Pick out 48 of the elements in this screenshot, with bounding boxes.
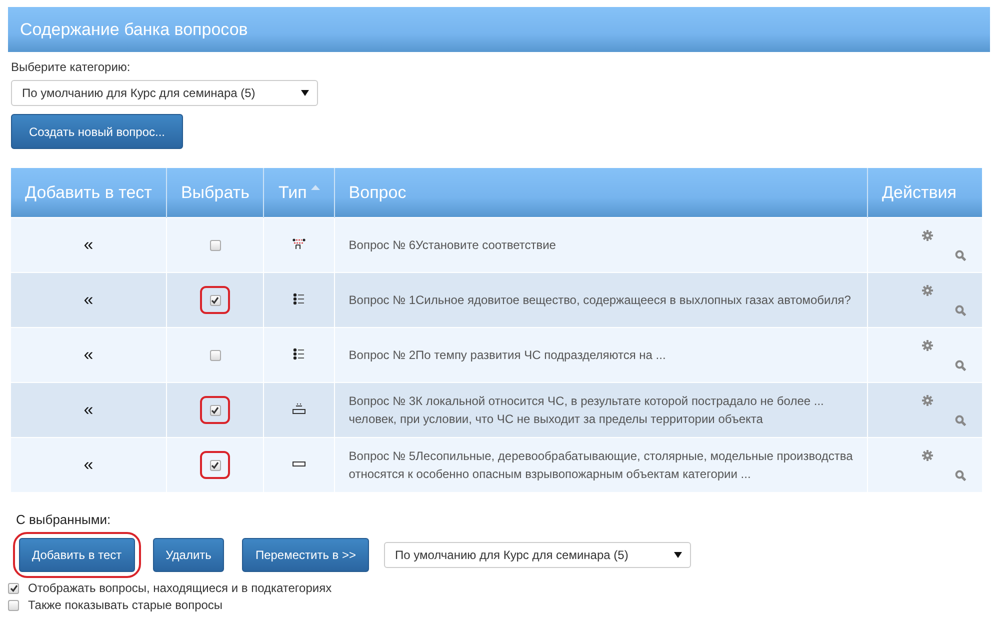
with-selected-label: С выбранными:: [16, 512, 112, 527]
check-icon: [211, 406, 220, 414]
action-button[interactable]: Добавить в тест: [19, 538, 135, 572]
settings-icon[interactable]: [922, 340, 933, 350]
row-checkbox[interactable]: [210, 460, 221, 470]
dropdown-arrow-icon: [301, 90, 309, 96]
search-icon[interactable]: [955, 470, 966, 480]
option-label: Также показывать старые вопросы: [28, 598, 223, 612]
settings-icon[interactable]: [922, 450, 933, 460]
search-icon[interactable]: [955, 250, 966, 260]
category-label: Выберите категорию:: [11, 60, 132, 74]
create-question-button[interactable]: Создать новый вопрос...: [11, 114, 183, 149]
add-to-quiz-link[interactable]: «: [84, 455, 94, 474]
add-to-quiz-link[interactable]: «: [84, 235, 94, 254]
action-button[interactable]: Переместить в >>: [242, 538, 370, 572]
question-text: Вопрос № 6Установите соответствие: [348, 238, 556, 252]
option-label: Отображать вопросы, находящиеся и в подкатегориях: [28, 581, 332, 595]
option-checkbox[interactable]: [8, 582, 19, 594]
option-checkbox[interactable]: [8, 600, 19, 610]
search-icon[interactable]: [955, 304, 966, 316]
add-to-quiz-link[interactable]: «: [84, 400, 94, 419]
search-icon[interactable]: [955, 414, 966, 426]
category-select[interactable]: По умолчанию для Курс для семинара (5): [11, 80, 318, 106]
action-button[interactable]: Удалить: [152, 538, 224, 572]
settings-icon[interactable]: [922, 230, 933, 240]
column-header: Добавить в тест: [11, 168, 166, 218]
add-to-quiz-link[interactable]: «: [84, 290, 94, 309]
question-text: Вопрос № 5Лесопильные, деревообрабатывающие, столярные, модельные производства относятся к особенно опасным взрывопожарным объектам категории ...: [348, 449, 853, 481]
add-to-quiz-link[interactable]: «: [84, 345, 94, 364]
settings-icon[interactable]: [922, 394, 933, 406]
settings-icon[interactable]: [922, 284, 933, 296]
column-header: Выбрать: [166, 168, 264, 218]
check-icon: [10, 584, 18, 592]
row-checkbox[interactable]: [210, 350, 221, 360]
search-icon[interactable]: [955, 360, 966, 370]
column-header: Действия: [868, 168, 982, 218]
row-checkbox[interactable]: [210, 240, 221, 250]
row-checkbox[interactable]: [210, 294, 221, 306]
target-category-select[interactable]: По умолчанию для Курс для семинара (5): [384, 542, 692, 568]
row-checkbox[interactable]: [210, 404, 221, 416]
question-text: Вопрос № 1Сильное ядовитое вещество, содержащееся в выхлопных газах автомобиля?: [348, 293, 851, 307]
check-icon: [211, 461, 220, 469]
column-header: Вопрос: [334, 168, 868, 218]
dropdown-arrow-icon: [674, 552, 682, 558]
page-title: Содержание банка вопросов: [20, 20, 248, 40]
question-text: Вопрос № 2По темпу развития ЧС подразделяются на ...: [348, 348, 666, 362]
question-text: Вопрос № 3К локальной относится ЧС, в результате которой пострадало не более ... человек, при условии, что ЧС не выходит за пределы территории объекта: [348, 394, 824, 426]
check-icon: [211, 296, 220, 304]
